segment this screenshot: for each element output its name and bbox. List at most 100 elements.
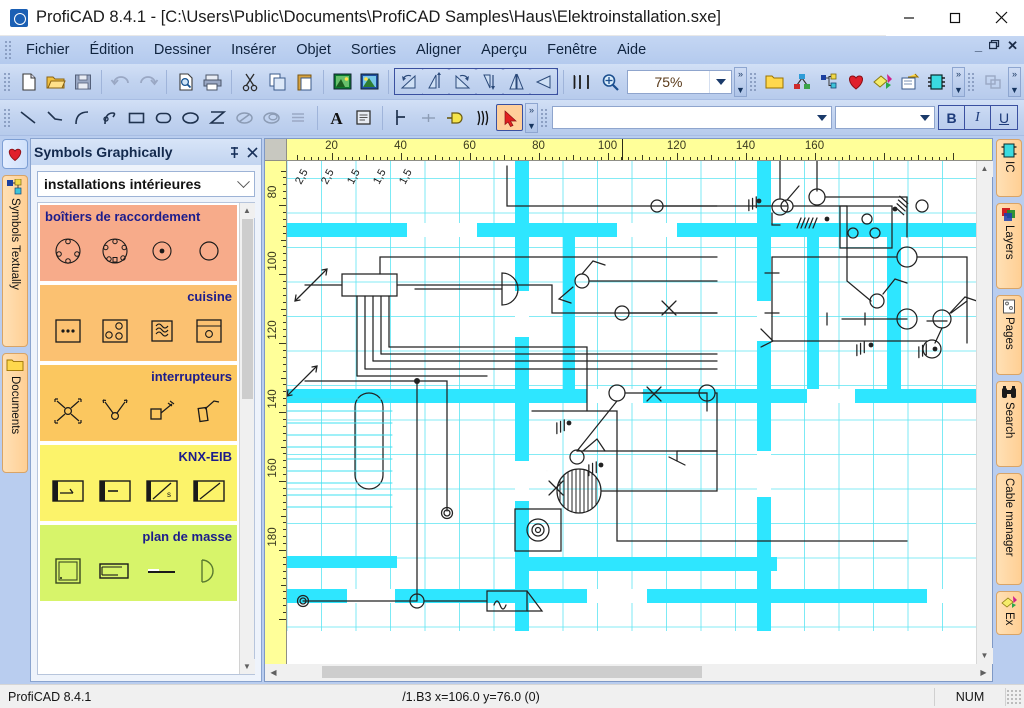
chevron-down-icon[interactable] xyxy=(232,180,254,189)
undo-icon[interactable] xyxy=(107,68,134,95)
menu-aligner[interactable]: Aligner xyxy=(406,39,471,61)
fit-to-window-icon[interactable] xyxy=(569,68,596,95)
export-icon[interactable] xyxy=(896,68,923,95)
font-size-combo[interactable] xyxy=(835,106,935,129)
toolbar-overflow-3[interactable]: »▼ xyxy=(1008,67,1021,97)
canvas-vertical-scrollbar[interactable]: ▲ ▼ xyxy=(976,161,992,664)
tab-layers[interactable]: Layers xyxy=(996,203,1022,289)
scroll-down-icon[interactable]: ▼ xyxy=(977,648,993,664)
favorites-heart-icon[interactable] xyxy=(842,68,869,95)
cut-icon[interactable] xyxy=(237,68,264,95)
menu-apercu[interactable]: Aperçu xyxy=(471,39,537,61)
toolbar-grip-5[interactable] xyxy=(3,108,10,128)
hscroll-track[interactable] xyxy=(282,664,975,681)
junction-box-empty-icon[interactable] xyxy=(186,228,232,274)
scroll-down-icon[interactable]: ▼ xyxy=(240,659,255,674)
redo-icon[interactable] xyxy=(134,68,161,95)
symbol-category-plan-de-masse[interactable]: plan de masse xyxy=(40,525,237,601)
insert-picture-icon[interactable] xyxy=(329,68,356,95)
maximize-button[interactable] xyxy=(932,0,978,36)
rectangle-icon[interactable] xyxy=(123,104,150,131)
tab-ic[interactable]: IC xyxy=(996,139,1022,197)
bus-icon[interactable] xyxy=(469,104,496,131)
scroll-up-icon[interactable]: ▲ xyxy=(977,161,993,177)
zoom-level-combo[interactable]: 75% xyxy=(627,70,732,94)
toolbar-grip-1[interactable] xyxy=(3,72,10,92)
switch-cross-icon[interactable] xyxy=(45,388,91,434)
mdi-minimize-button[interactable]: _ xyxy=(975,40,982,52)
ic-chip-icon[interactable] xyxy=(923,68,950,95)
canvas-horizontal-scrollbar[interactable]: ◀ ▶ xyxy=(265,664,992,681)
menu-fenetre[interactable]: Fenêtre xyxy=(537,39,607,61)
tab-pages[interactable]: Pages xyxy=(996,295,1022,375)
symbol-category-interrupteurs[interactable]: interrupteurs xyxy=(40,365,237,441)
knx-dimmer-icon[interactable]: s xyxy=(139,468,185,514)
toolbar-overflow-2[interactable]: »▼ xyxy=(952,67,965,97)
textbox-icon[interactable] xyxy=(350,104,377,131)
flip-vertical-icon[interactable] xyxy=(422,68,449,95)
window-icon[interactable] xyxy=(92,548,138,594)
pin-icon[interactable] xyxy=(225,142,243,162)
scroll-left-icon[interactable]: ◀ xyxy=(265,664,282,681)
cooktop-icon[interactable] xyxy=(92,308,138,354)
refresh-icon[interactable] xyxy=(1018,104,1024,131)
toolbar-grip-6[interactable] xyxy=(540,108,547,128)
hscroll-thumb[interactable] xyxy=(322,666,702,678)
menu-inserer[interactable]: Insérer xyxy=(221,39,286,61)
room-icon[interactable] xyxy=(45,548,91,594)
line-icon[interactable] xyxy=(15,104,42,131)
symbol-list-scrollbar[interactable]: ▲ ▼ xyxy=(239,203,254,674)
menu-objet[interactable]: Objet xyxy=(286,39,341,61)
extractor-hood-icon[interactable] xyxy=(139,308,185,354)
menu-fichier[interactable]: Fichier xyxy=(16,39,80,61)
switch-push-icon[interactable] xyxy=(139,388,185,434)
dishwasher-icon[interactable] xyxy=(186,308,232,354)
copy-icon[interactable] xyxy=(264,68,291,95)
underline-button[interactable]: U xyxy=(991,106,1017,129)
knx-module-icon[interactable] xyxy=(186,468,232,514)
paste-icon[interactable] xyxy=(291,68,318,95)
switch-lever-icon[interactable] xyxy=(186,388,232,434)
ellipse-icon[interactable] xyxy=(177,104,204,131)
folder-icon[interactable] xyxy=(761,68,788,95)
library-selector[interactable]: installations intérieures xyxy=(37,171,255,197)
mdi-restore-button[interactable] xyxy=(989,40,1000,52)
junction-box-dot-icon[interactable] xyxy=(139,228,185,274)
tab-documents[interactable]: Documents xyxy=(2,353,28,473)
knx-sensor-icon[interactable] xyxy=(92,468,138,514)
wall-icon[interactable] xyxy=(139,548,185,594)
mirror-vertical-icon[interactable] xyxy=(503,68,530,95)
polyline-icon[interactable] xyxy=(42,104,69,131)
mdi-close-button[interactable]: ✕ xyxy=(1007,40,1018,52)
no-fill-icon[interactable] xyxy=(231,104,258,131)
menu-aide[interactable]: Aide xyxy=(607,39,656,61)
mirror-horizontal-icon[interactable] xyxy=(530,68,557,95)
select-arrow-icon[interactable] xyxy=(496,104,523,131)
oven-icon[interactable] xyxy=(45,308,91,354)
symbol-category-boitiers[interactable]: boîtiers de raccordement xyxy=(40,205,237,281)
toolbar-overflow-5[interactable]: »▼ xyxy=(525,103,538,133)
symbol-category-knx-eib[interactable]: KNX-EIB s xyxy=(40,445,237,521)
new-document-icon[interactable] xyxy=(15,68,42,95)
toolbar-grip-3[interactable] xyxy=(967,72,974,92)
resize-grip[interactable] xyxy=(1006,689,1022,705)
door-icon[interactable] xyxy=(186,548,232,594)
rounded-rect-icon[interactable] xyxy=(150,104,177,131)
wire-icon[interactable] xyxy=(388,104,415,131)
toolbar-overflow-1[interactable]: »▼ xyxy=(734,67,747,97)
menu-edition[interactable]: Édition xyxy=(80,39,144,61)
close-button[interactable] xyxy=(978,0,1024,36)
junction-icon[interactable] xyxy=(415,104,442,131)
hatch-icon[interactable] xyxy=(285,104,312,131)
tab-symbols-graphically[interactable] xyxy=(2,139,28,169)
knx-actuator-icon[interactable] xyxy=(45,468,91,514)
print-icon[interactable] xyxy=(199,68,226,95)
open-folder-icon[interactable] xyxy=(42,68,69,95)
junction-box-5-icon[interactable] xyxy=(92,228,138,274)
tab-symbols-textually[interactable]: Symbols Textually xyxy=(2,175,28,347)
junction-box-4-icon[interactable] xyxy=(45,228,91,274)
italic-button[interactable]: I xyxy=(965,106,991,129)
font-family-combo[interactable] xyxy=(552,106,832,129)
image-icon[interactable] xyxy=(356,68,383,95)
terminal-icon[interactable] xyxy=(442,104,469,131)
